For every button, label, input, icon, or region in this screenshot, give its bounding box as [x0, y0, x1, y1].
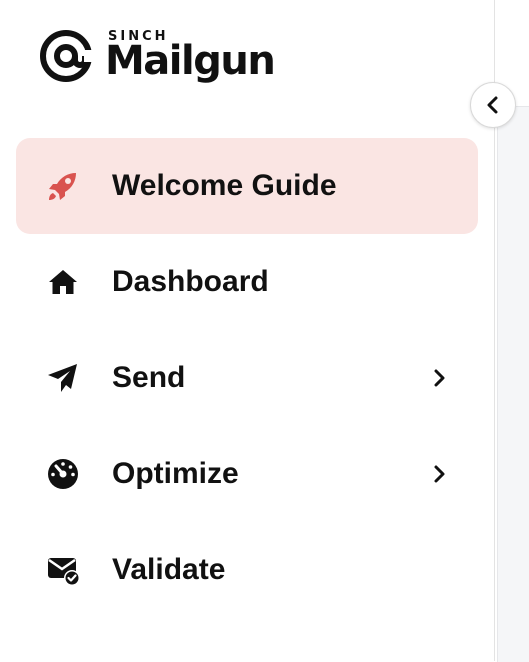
- sidebar-item-label: Send: [112, 361, 186, 394]
- paper-plane-icon: [46, 361, 80, 395]
- sidebar-item-label: Dashboard: [112, 265, 269, 298]
- sidebar-item-dashboard[interactable]: Dashboard: [16, 234, 478, 330]
- sidebar-item-validate[interactable]: Validate: [16, 522, 478, 618]
- sidebar-item-label: Welcome Guide: [112, 169, 337, 202]
- mailgun-logo[interactable]: SINCH Mailgun: [38, 26, 278, 90]
- chevron-right-icon: [430, 368, 450, 388]
- speedometer-icon: [46, 457, 80, 491]
- chevron-left-icon: [487, 96, 498, 114]
- sidebar: SINCH Mailgun Welcome Guide Dashboard Se…: [0, 0, 494, 661]
- brand-product: Mailgun: [105, 38, 276, 84]
- sidebar-item-optimize[interactable]: Optimize: [16, 426, 478, 522]
- sidebar-item-label: Optimize: [112, 457, 239, 490]
- collapse-sidebar-button[interactable]: [470, 82, 516, 128]
- rocket-icon: [46, 169, 80, 203]
- chevron-right-icon: [430, 464, 450, 484]
- envelope-check-icon: [46, 553, 80, 587]
- home-icon: [46, 265, 80, 299]
- mailgun-logo-icon: [40, 30, 94, 82]
- sidebar-item-welcome-guide[interactable]: Welcome Guide: [16, 138, 478, 234]
- sidebar-nav: Welcome Guide Dashboard Send Optimize Va…: [16, 138, 478, 618]
- sidebar-item-label: Validate: [112, 553, 226, 586]
- sidebar-item-send[interactable]: Send: [16, 330, 478, 426]
- main-content-panel: [497, 106, 529, 662]
